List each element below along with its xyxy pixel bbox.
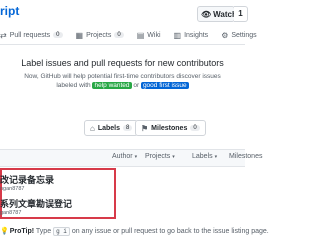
- text: or: [133, 82, 140, 89]
- tab-wiki[interactable]: ▤ Wiki: [137, 26, 161, 44]
- project-icon: ▦: [75, 30, 84, 40]
- tab-pull-requests[interactable]: ⇄ Pull requests 0: [0, 26, 63, 44]
- repo-title[interactable]: ript: [0, 4, 19, 18]
- labels-label: Labels: [192, 153, 213, 160]
- tab-settings[interactable]: ⚙ Settings: [221, 26, 256, 44]
- caret-down-icon: ▾: [214, 154, 218, 160]
- milestones-count: 0: [190, 125, 200, 131]
- tab-counter: 0: [114, 32, 124, 38]
- projects-filter[interactable]: Projects ▾: [145, 153, 175, 160]
- author-filter[interactable]: Author ▾: [112, 153, 137, 160]
- tab-label: Projects: [86, 31, 112, 39]
- issue-meta: ngan8787: [0, 186, 25, 192]
- pull-request-icon: ⇄: [0, 30, 7, 40]
- milestones-filter[interactable]: Milestones: [229, 153, 262, 160]
- keyboard-shortcut: g i: [53, 227, 70, 236]
- tag-icon: ⌂: [90, 123, 95, 133]
- tab-label: Insights: [184, 31, 209, 39]
- empty-state-description-line2: labeled with help wanted or good first i…: [0, 82, 245, 89]
- empty-state-description: Now, GitHub will help potential first-ti…: [24, 73, 221, 80]
- protip: 💡ProTip! Type g i on any issue or pull r…: [0, 227, 269, 236]
- repo-nav: ⇄ Pull requests 0 ▦ Projects 0 ▤ Wiki ▥ …: [0, 26, 257, 45]
- milestones-button[interactable]: ⚑ Milestones 0: [135, 120, 206, 136]
- issue-title[interactable]: 改记录备忘录: [0, 173, 54, 186]
- milestone-icon: ⚑: [141, 123, 149, 133]
- light-bulb-icon: 💡: [0, 228, 9, 235]
- issue-meta: gan8787: [0, 210, 22, 216]
- tab-label: Settings: [231, 31, 257, 39]
- label-help-wanted[interactable]: help wanted: [92, 82, 132, 89]
- protip-label: ProTip!: [9, 228, 35, 235]
- labels-label: Labels: [97, 124, 121, 132]
- author-label: Author: [112, 153, 133, 160]
- protip-text: Type: [35, 228, 52, 235]
- labels-count: 8: [123, 125, 133, 131]
- labels-filter[interactable]: Labels ▾: [192, 153, 217, 160]
- tab-label: Wiki: [147, 31, 161, 39]
- watch-count[interactable]: 1: [234, 6, 248, 22]
- label-good-first-issue[interactable]: good first issue: [140, 82, 189, 89]
- labels-button[interactable]: ⌂ Labels 8: [84, 120, 139, 136]
- issue-title[interactable]: 系列文章勘误登记: [0, 197, 72, 210]
- issue-list-header: Author ▾ Projects ▾ Labels ▾ Milestones: [0, 149, 262, 167]
- watch-button[interactable]: 👁 Watch ▾: [197, 6, 242, 22]
- caret-down-icon: ▾: [134, 154, 138, 160]
- tab-counter: 0: [53, 32, 63, 38]
- eye-icon: 👁: [201, 9, 212, 19]
- graph-icon: ▥: [173, 30, 182, 40]
- tab-insights[interactable]: ▥ Insights: [174, 26, 209, 44]
- caret-down-icon: ▾: [172, 154, 175, 160]
- projects-label: Projects: [145, 153, 171, 160]
- protip-text: on any issue or pull request to go back …: [71, 228, 269, 235]
- milestones-label: Milestones: [229, 153, 263, 160]
- tab-label: Pull requests: [9, 31, 51, 39]
- gear-icon: ⚙: [221, 30, 229, 40]
- tab-projects[interactable]: ▦ Projects 0: [76, 26, 124, 44]
- empty-state-headline: Label issues and pull requests for new c…: [21, 58, 224, 68]
- book-icon: ▤: [136, 30, 145, 40]
- milestones-label: Milestones: [151, 124, 188, 132]
- text: labeled with: [56, 82, 91, 89]
